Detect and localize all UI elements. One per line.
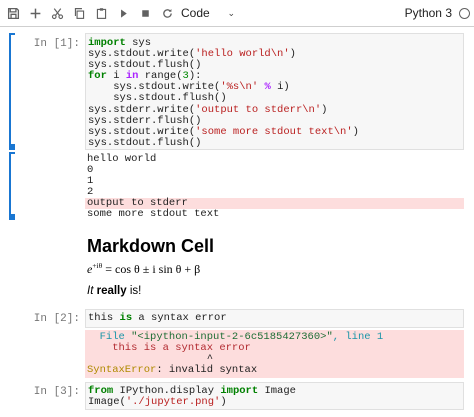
math-exponent: +iθ (92, 261, 103, 270)
stop-icon (141, 9, 149, 17)
restart-icon (162, 8, 172, 18)
code-line: this is a syntax error (88, 312, 227, 324)
chevron-down-icon: ⌄ (227, 8, 235, 18)
markdown-paragraph: It really is! (87, 285, 141, 297)
para-rest: is! (126, 285, 142, 297)
para-italic: It (87, 285, 94, 297)
cell-output: hello world 0 1 2 output to stderr some … (85, 153, 464, 221)
code-line: sys.stdout.flush() (88, 136, 202, 149)
notebook-toolbar: Code ⌄ Python 3 (0, 0, 474, 27)
output-line: 0 (87, 164, 94, 177)
cut-icon (51, 7, 63, 19)
add-cell-button[interactable] (24, 2, 46, 24)
output-collapser[interactable] (9, 152, 15, 220)
paste-button[interactable] (90, 2, 112, 24)
restart-button[interactable] (156, 2, 178, 24)
code-input[interactable]: from IPython.display import Image Image(… (85, 382, 464, 410)
save-button[interactable] (2, 2, 24, 24)
output-line: some more stdout text (87, 208, 220, 221)
markdown-heading: Markdown Cell (87, 236, 215, 256)
output-line: hello world (87, 153, 157, 165)
code-line: Image('./jupyter.png') (88, 396, 227, 409)
save-icon (7, 7, 19, 19)
copy-icon (74, 7, 84, 19)
kernel-name[interactable]: Python 3 (405, 4, 452, 23)
math-rest: = cos θ ± i sin θ + β (102, 262, 201, 276)
code-input[interactable]: import sys sys.stdout.write('hello world… (85, 33, 464, 150)
markdown-math: e+iθ = cos θ ± i sin θ + β (87, 261, 201, 276)
cut-button[interactable] (46, 2, 68, 24)
paste-icon (96, 7, 106, 19)
code-input[interactable]: this is a syntax error (85, 309, 464, 328)
cell-type-dropdown[interactable]: Code ⌄ (181, 4, 235, 23)
stop-button[interactable] (134, 2, 156, 24)
cell-prompt: In [3]: (33, 386, 80, 398)
cell-prompt: In [1]: (33, 38, 80, 50)
add-cell-icon (30, 8, 40, 18)
kernel-status-icon (459, 8, 470, 19)
para-bold: really (96, 285, 127, 297)
run-icon (120, 8, 127, 18)
copy-button[interactable] (68, 2, 90, 24)
error-output: File "<ipython-input-2-6c5185427360>", l… (85, 330, 464, 378)
output-line: 1 (87, 175, 94, 188)
input-collapser[interactable] (9, 33, 15, 150)
traceback-error: SyntaxError: invalid syntax (87, 364, 258, 377)
run-button[interactable] (112, 2, 134, 24)
cell-type-value: Code (181, 6, 210, 20)
cell-prompt: In [2]: (33, 313, 80, 325)
